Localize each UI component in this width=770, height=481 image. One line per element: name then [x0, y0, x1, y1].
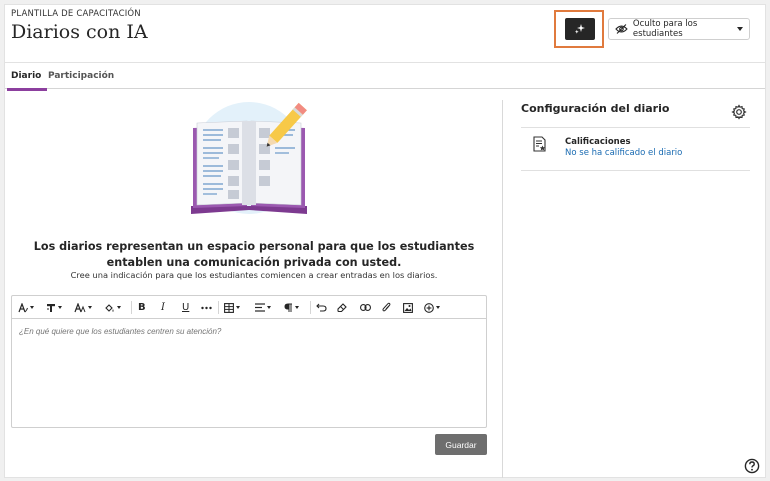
paragraph-icon — [284, 302, 292, 312]
insert-icon — [424, 302, 434, 313]
underline-button[interactable]: U — [182, 300, 189, 315]
undo-button[interactable] — [316, 300, 327, 315]
visibility-label: Oculto para los estudiantes — [632, 19, 698, 39]
prompt-input[interactable] — [19, 327, 479, 336]
ai-assist-button[interactable] — [565, 18, 595, 40]
align-icon — [255, 303, 265, 312]
sparkle-icon — [574, 24, 585, 34]
align-button[interactable] — [255, 300, 271, 315]
link-button[interactable] — [360, 300, 371, 315]
attach-icon — [382, 302, 391, 312]
tab-participacion[interactable]: Participación — [48, 63, 114, 90]
clear-format-button[interactable] — [337, 300, 347, 315]
gradebook-icon — [533, 136, 546, 152]
text-style-button[interactable] — [18, 300, 34, 315]
bold-button[interactable]: B — [138, 300, 146, 315]
panel-divider-top — [521, 127, 750, 128]
panel-title: Configuración del diario — [521, 102, 670, 115]
gear-icon[interactable] — [731, 104, 747, 120]
table-button[interactable] — [224, 300, 240, 315]
more-button[interactable] — [201, 300, 212, 315]
main-content: Los diarios representan un espacio perso… — [5, 90, 501, 477]
page-header: PLANTILLA DE CAPACITACIÓN Diarios con IA… — [5, 5, 765, 63]
editor-toolbar: B I U — [12, 296, 486, 319]
link-icon — [360, 304, 371, 311]
journal-description: Los diarios representan un espacio perso… — [33, 240, 475, 269]
panel-divider — [502, 100, 503, 478]
template-label: PLANTILLA DE CAPACITACIÓN — [11, 9, 141, 19]
chevron-down-icon — [737, 27, 743, 31]
tab-bar: Diario Participación — [5, 62, 765, 91]
save-button[interactable]: Guardar — [435, 434, 487, 455]
prompt-editor: B I U — [11, 295, 487, 428]
insert-button[interactable] — [424, 300, 440, 315]
paragraph-format-icon — [47, 303, 55, 312]
font-size-button[interactable] — [74, 300, 92, 315]
open-book-pencil-illustration — [191, 102, 307, 214]
eye-slash-icon — [615, 24, 628, 34]
paragraph-format-button[interactable] — [46, 300, 62, 315]
grades-link[interactable]: No se ha calificado el diario — [565, 148, 682, 158]
grades-title: Calificaciones — [565, 137, 631, 147]
journal-sub-description: Cree una indicación para que los estudia… — [70, 270, 438, 280]
text-color-button[interactable] — [104, 300, 121, 315]
italic-button[interactable]: I — [161, 300, 165, 315]
image-button[interactable] — [403, 300, 413, 315]
panel-divider-bottom — [521, 170, 750, 171]
clear-format-icon — [337, 302, 347, 312]
attach-button[interactable] — [382, 300, 391, 315]
app-frame: PLANTILLA DE CAPACITACIÓN Diarios con IA… — [4, 4, 766, 478]
visibility-dropdown[interactable]: Oculto para los estudiantes — [608, 18, 750, 40]
font-size-icon — [74, 302, 86, 312]
help-icon[interactable] — [744, 458, 760, 474]
undo-icon — [316, 303, 327, 312]
tab-diario[interactable]: Diario — [6, 63, 48, 91]
page-title: Diarios con IA — [11, 21, 148, 43]
paragraph-button[interactable] — [284, 300, 299, 315]
image-icon — [403, 302, 413, 313]
table-icon — [224, 302, 234, 313]
more-icon — [201, 306, 212, 309]
text-style-icon — [18, 302, 28, 312]
text-color-icon — [105, 303, 114, 312]
